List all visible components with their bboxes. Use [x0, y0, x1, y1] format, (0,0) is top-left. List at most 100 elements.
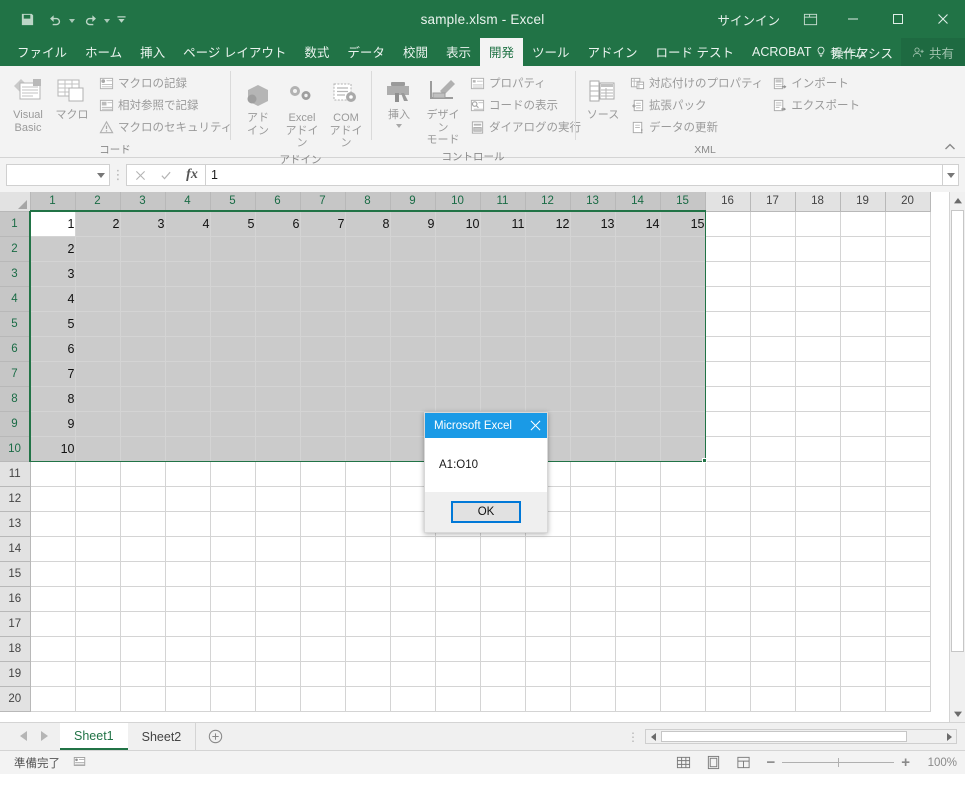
cell-r5c5[interactable]	[210, 311, 256, 337]
row-header-15[interactable]: 15	[0, 561, 31, 587]
cell-r3c1[interactable]: 3	[30, 261, 76, 287]
cell-r17c1[interactable]	[30, 611, 76, 637]
cell-r3c17[interactable]	[750, 261, 796, 287]
cell-r7c17[interactable]	[750, 361, 796, 387]
cell-r11c18[interactable]	[795, 461, 841, 487]
cell-r5c15[interactable]	[660, 311, 706, 337]
tab-add-ins[interactable]: アドイン	[579, 38, 647, 66]
cell-r18c3[interactable]	[120, 636, 166, 662]
visual-basic-button[interactable]: Visual Basic	[6, 71, 50, 136]
cell-r8c11[interactable]	[480, 386, 526, 412]
export-button[interactable]: エクスポート	[767, 94, 864, 116]
properties-button[interactable]: プロパティ	[465, 72, 585, 94]
horizontal-scroll-track[interactable]	[661, 730, 941, 743]
cell-r19c7[interactable]	[300, 661, 346, 687]
cell-r14c9[interactable]	[390, 536, 436, 562]
cell-r19c16[interactable]	[705, 661, 751, 687]
cell-r5c8[interactable]	[345, 311, 391, 337]
cell-r10c19[interactable]	[840, 436, 886, 462]
cell-r17c9[interactable]	[390, 611, 436, 637]
scroll-splitter-grip[interactable]: ⋮	[627, 730, 639, 744]
cell-r1c10[interactable]: 10	[435, 211, 481, 237]
cell-r8c12[interactable]	[525, 386, 571, 412]
cell-r16c19[interactable]	[840, 586, 886, 612]
cell-r16c4[interactable]	[165, 586, 211, 612]
cell-r11c4[interactable]	[165, 461, 211, 487]
cell-r17c10[interactable]	[435, 611, 481, 637]
cell-r2c16[interactable]	[705, 236, 751, 262]
cell-r9c1[interactable]: 9	[30, 411, 76, 437]
col-header-20[interactable]: 20	[885, 192, 931, 212]
cell-r20c11[interactable]	[480, 686, 526, 712]
cell-r5c14[interactable]	[615, 311, 661, 337]
cell-r5c20[interactable]	[885, 311, 931, 337]
cell-r18c15[interactable]	[660, 636, 706, 662]
cell-r1c18[interactable]	[795, 211, 841, 237]
cell-r9c16[interactable]	[705, 411, 751, 437]
cell-r10c4[interactable]	[165, 436, 211, 462]
cell-r7c13[interactable]	[570, 361, 616, 387]
cell-r2c4[interactable]	[165, 236, 211, 262]
cell-r19c13[interactable]	[570, 661, 616, 687]
cell-r3c15[interactable]	[660, 261, 706, 287]
map-properties-button[interactable]: 対応付けのプロパティ	[625, 72, 767, 94]
cell-r19c5[interactable]	[210, 661, 256, 687]
col-header-8[interactable]: 8	[345, 192, 391, 212]
tab-home[interactable]: ホーム	[76, 38, 131, 66]
cell-r20c6[interactable]	[255, 686, 301, 712]
cell-r12c5[interactable]	[210, 486, 256, 512]
tab-file[interactable]: ファイル	[8, 38, 76, 66]
cell-r14c10[interactable]	[435, 536, 481, 562]
cell-r10c3[interactable]	[120, 436, 166, 462]
cell-r16c9[interactable]	[390, 586, 436, 612]
next-sheet-icon[interactable]	[40, 728, 48, 746]
cell-r16c3[interactable]	[120, 586, 166, 612]
cell-r20c8[interactable]	[345, 686, 391, 712]
tab-data[interactable]: データ	[338, 38, 394, 66]
cell-r12c16[interactable]	[705, 486, 751, 512]
cell-r12c14[interactable]	[615, 486, 661, 512]
cell-r19c3[interactable]	[120, 661, 166, 687]
cell-r8c19[interactable]	[840, 386, 886, 412]
cell-r16c8[interactable]	[345, 586, 391, 612]
row-header-6[interactable]: 6	[0, 336, 31, 362]
cell-r19c15[interactable]	[660, 661, 706, 687]
undo-button[interactable]	[42, 6, 75, 32]
cell-r6c10[interactable]	[435, 336, 481, 362]
cell-r16c17[interactable]	[750, 586, 796, 612]
cell-r10c5[interactable]	[210, 436, 256, 462]
cell-r16c5[interactable]	[210, 586, 256, 612]
cell-r15c19[interactable]	[840, 561, 886, 587]
cell-r7c11[interactable]	[480, 361, 526, 387]
cell-r13c6[interactable]	[255, 511, 301, 537]
cell-r5c17[interactable]	[750, 311, 796, 337]
ribbon-display-options-icon[interactable]	[790, 0, 830, 38]
row-header-9[interactable]: 9	[0, 411, 31, 437]
cell-r12c8[interactable]	[345, 486, 391, 512]
cell-r20c14[interactable]	[615, 686, 661, 712]
cell-r6c13[interactable]	[570, 336, 616, 362]
cell-r3c6[interactable]	[255, 261, 301, 287]
cell-r6c3[interactable]	[120, 336, 166, 362]
cell-r11c3[interactable]	[120, 461, 166, 487]
cell-r4c1[interactable]: 4	[30, 286, 76, 312]
cell-r8c9[interactable]	[390, 386, 436, 412]
cell-r11c17[interactable]	[750, 461, 796, 487]
cell-r6c18[interactable]	[795, 336, 841, 362]
page-break-preview-icon[interactable]	[728, 752, 758, 774]
cell-r3c11[interactable]	[480, 261, 526, 287]
cell-r19c2[interactable]	[75, 661, 121, 687]
row-header-5[interactable]: 5	[0, 311, 31, 337]
cell-r7c18[interactable]	[795, 361, 841, 387]
cell-r12c13[interactable]	[570, 486, 616, 512]
import-button[interactable]: インポート	[767, 72, 864, 94]
cell-r4c7[interactable]	[300, 286, 346, 312]
run-dialog-button[interactable]: ダイアログの実行	[465, 116, 585, 138]
cell-r10c16[interactable]	[705, 436, 751, 462]
sheet-tab-sheet1[interactable]: Sheet1	[60, 723, 128, 750]
row-header-18[interactable]: 18	[0, 636, 31, 662]
cell-r20c3[interactable]	[120, 686, 166, 712]
cell-r18c4[interactable]	[165, 636, 211, 662]
cell-r10c20[interactable]	[885, 436, 931, 462]
cell-r12c2[interactable]	[75, 486, 121, 512]
